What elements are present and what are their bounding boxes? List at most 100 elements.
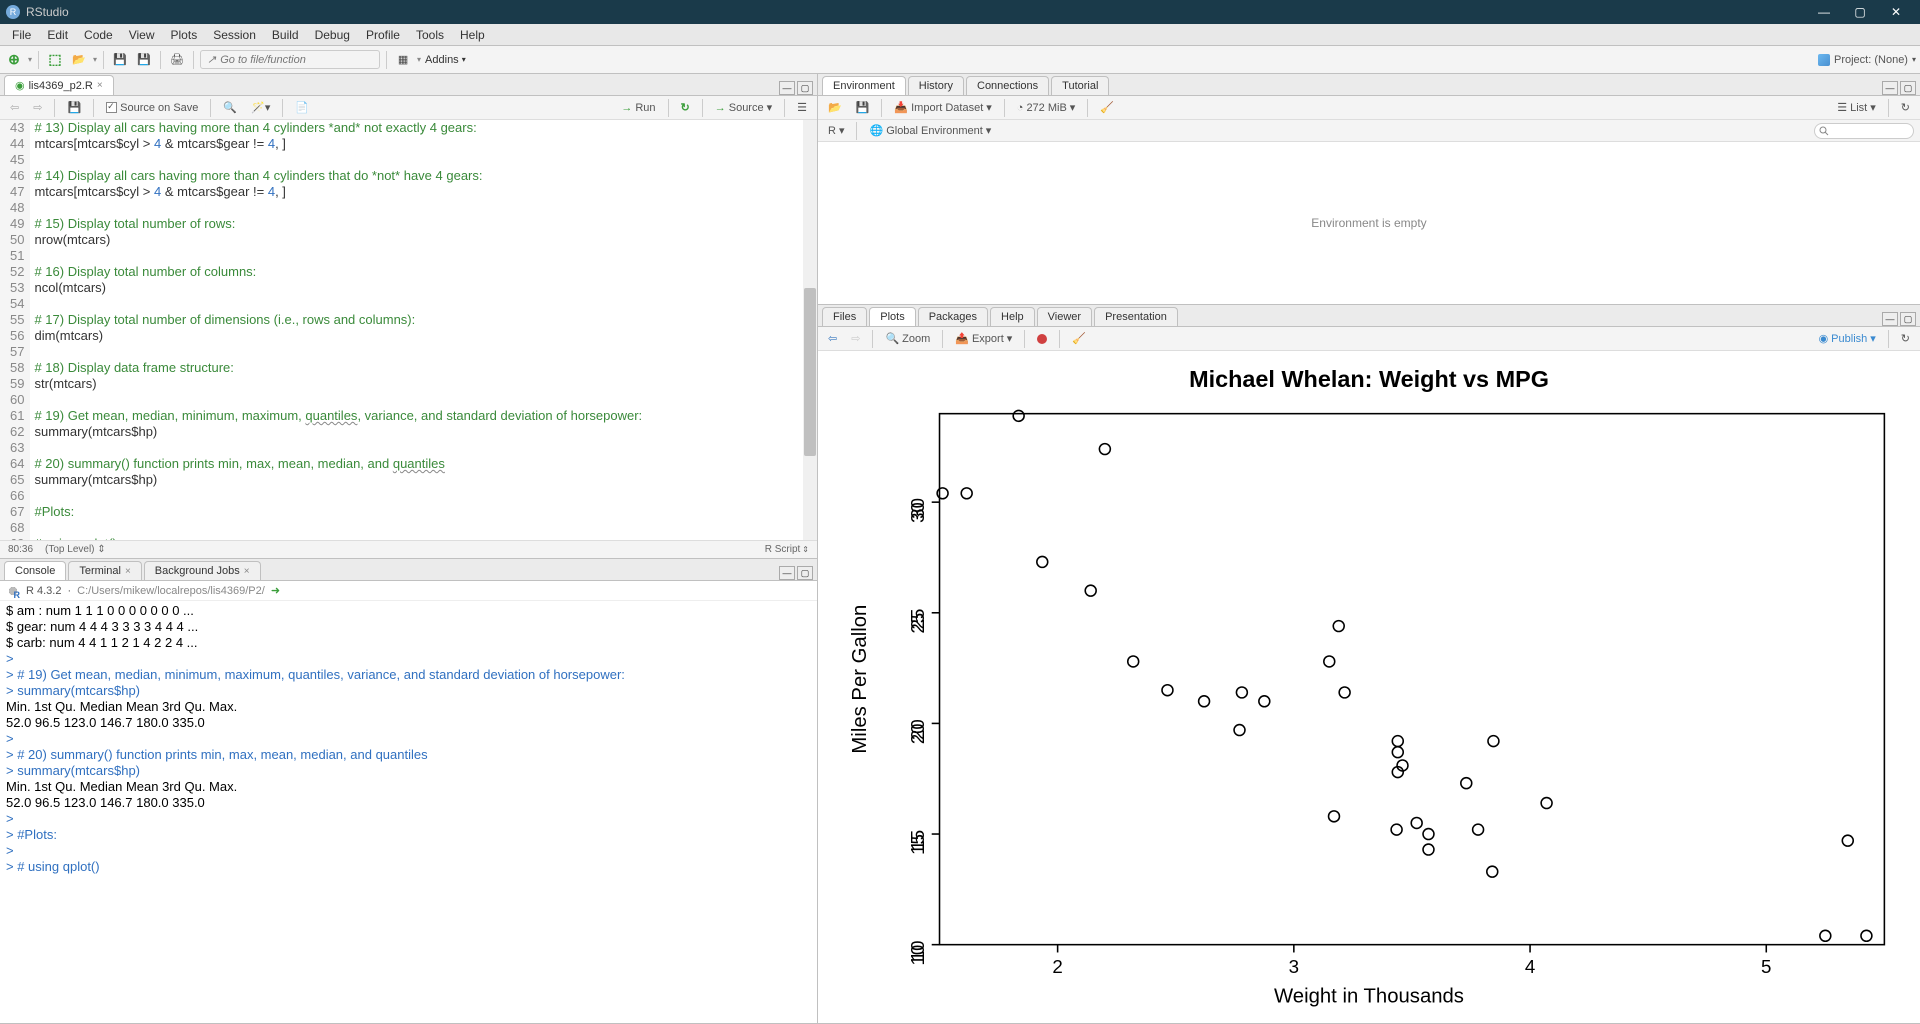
close-tab-icon[interactable]: ×	[97, 80, 103, 91]
tab-tutorial[interactable]: Tutorial	[1051, 76, 1109, 95]
menu-view[interactable]: View	[121, 26, 163, 44]
working-dir[interactable]: C:/Users/mikew/localrepos/lis4369/P2/	[77, 585, 265, 597]
svg-text:10: 10	[907, 941, 928, 962]
menu-plots[interactable]: Plots	[163, 26, 206, 44]
menu-edit[interactable]: Edit	[39, 26, 76, 44]
main-toolbar: ⊕ ▾ ⬚ 📂 ▾ 💾 💾 🖨 ↗Go to file/function ▦ ▾…	[0, 46, 1920, 74]
source-pane: ◉ lis4369_p2.R × — ▢ ⇦ ⇨ 💾 Source on Sav…	[0, 74, 817, 559]
pane-minimize-button[interactable]: —	[779, 566, 795, 580]
pane-maximize-button[interactable]: ▢	[797, 81, 813, 95]
view-mode-button[interactable]: ☰ List ▾	[1833, 100, 1880, 115]
menu-code[interactable]: Code	[76, 26, 121, 44]
close-button[interactable]: ✕	[1878, 0, 1914, 24]
menu-session[interactable]: Session	[205, 26, 264, 44]
outline-button[interactable]: ☰	[793, 100, 811, 115]
new-file-button[interactable]: ⊕	[4, 50, 24, 70]
menu-help[interactable]: Help	[452, 26, 493, 44]
project-menu[interactable]: Project: (None) ▾	[1818, 54, 1916, 66]
refresh-plot-button[interactable]: ↻	[1897, 331, 1914, 346]
grid-button[interactable]: ▦	[393, 50, 413, 70]
svg-text:Michael Whelan: Weight vs MPG: Michael Whelan: Weight vs MPG	[1189, 366, 1549, 392]
environment-scope-bar: R ▾ 🌐 Global Environment ▾	[818, 120, 1920, 142]
env-scope-select[interactable]: 🌐 Global Environment ▾	[865, 123, 995, 138]
open-file-button[interactable]: 📂	[69, 50, 89, 70]
tab-plots[interactable]: Plots	[869, 307, 915, 326]
language-scope[interactable]: R ▾	[824, 123, 848, 138]
addins-menu[interactable]: Addins ▾	[425, 54, 466, 66]
pane-maximize-button[interactable]: ▢	[1900, 312, 1916, 326]
pane-minimize-button[interactable]: —	[779, 81, 795, 95]
svg-text:30: 30	[907, 498, 928, 519]
menu-tools[interactable]: Tools	[408, 26, 452, 44]
code-editor[interactable]: 4344454647484950515253545556575859606162…	[0, 120, 817, 540]
goto-file-input[interactable]: ↗Go to file/function	[200, 50, 380, 69]
pane-minimize-button[interactable]: —	[1882, 81, 1898, 95]
wand-button[interactable]: 🪄▾	[247, 100, 274, 115]
environment-toolbar: 📂 💾 📥 Import Dataset ▾ ◔ 272 MiB ▾ 🧹 ☰ L…	[818, 96, 1920, 120]
menu-file[interactable]: File	[4, 26, 39, 44]
tab-console[interactable]: Console	[4, 561, 66, 580]
save-all-button[interactable]: 💾	[134, 50, 154, 70]
language-indicator[interactable]: R Script	[765, 544, 801, 555]
find-button[interactable]: 🔍	[219, 100, 241, 115]
pane-minimize-button[interactable]: —	[1882, 312, 1898, 326]
svg-text:25: 25	[907, 609, 928, 630]
plots-tabs: FilesPlotsPackagesHelpViewerPresentation…	[818, 305, 1920, 327]
tab-files[interactable]: Files	[822, 307, 867, 326]
tab-history[interactable]: History	[908, 76, 964, 95]
menu-profile[interactable]: Profile	[358, 26, 408, 44]
rerun-button[interactable]: ↻	[677, 100, 694, 115]
tab-environment[interactable]: Environment	[822, 76, 906, 95]
tab-help[interactable]: Help	[990, 307, 1035, 326]
tab-connections[interactable]: Connections	[966, 76, 1049, 95]
save-button[interactable]: 💾	[110, 50, 130, 70]
goto-icon: ↗	[207, 53, 216, 66]
env-search-input[interactable]	[1814, 123, 1914, 139]
refresh-button[interactable]: ↻	[1897, 100, 1914, 115]
zoom-button[interactable]: 🔍 Zoom	[881, 331, 934, 346]
menu-debug[interactable]: Debug	[307, 26, 358, 44]
print-button[interactable]: 🖨	[167, 50, 187, 70]
tab-terminal[interactable]: Terminal×	[68, 561, 141, 580]
clear-workspace-button[interactable]: 🧹	[1096, 100, 1118, 115]
load-workspace-button[interactable]: 📂	[824, 100, 846, 115]
svg-text:15: 15	[907, 830, 928, 851]
svg-text:Miles Per Gallon: Miles Per Gallon	[849, 605, 871, 754]
forward-button[interactable]: ⇨	[29, 100, 46, 115]
plots-pane: FilesPlotsPackagesHelpViewerPresentation…	[818, 305, 1920, 1024]
publish-button[interactable]: ◉ Publish ▾	[1815, 331, 1880, 346]
pane-maximize-button[interactable]: ▢	[797, 566, 813, 580]
new-project-button[interactable]: ⬚	[45, 50, 65, 70]
path-arrow-icon[interactable]: ➜	[271, 584, 280, 597]
svg-text:3: 3	[1289, 956, 1299, 977]
import-dataset-button[interactable]: 📥 Import Dataset ▾	[890, 100, 995, 115]
save-workspace-button[interactable]: 💾	[852, 100, 874, 115]
tab-viewer[interactable]: Viewer	[1037, 307, 1092, 326]
next-plot-button[interactable]: ⇨	[847, 331, 864, 346]
console-output[interactable]: $ am : num 1 1 1 0 0 0 0 0 0 0 ... $ gea…	[0, 601, 817, 1023]
svg-text:4: 4	[1525, 956, 1535, 977]
menu-build[interactable]: Build	[264, 26, 307, 44]
tab-background-jobs[interactable]: Background Jobs×	[144, 561, 261, 580]
export-button[interactable]: 📤 Export ▾	[951, 331, 1016, 346]
source-on-save-checkbox[interactable]: Source on Save	[102, 101, 202, 115]
tab-presentation[interactable]: Presentation	[1094, 307, 1178, 326]
source-toolbar: ⇦ ⇨ 💾 Source on Save 🔍 🪄▾ 📄 →Run ↻ →Sour…	[0, 96, 817, 120]
source-file-tab[interactable]: ◉ lis4369_p2.R ×	[4, 75, 114, 95]
editor-scrollbar[interactable]	[803, 120, 817, 540]
memory-usage[interactable]: ◔ 272 MiB ▾	[1013, 100, 1080, 115]
app-title: RStudio	[26, 5, 69, 19]
remove-plot-button[interactable]	[1033, 333, 1051, 345]
tab-packages[interactable]: Packages	[918, 307, 988, 326]
report-button[interactable]: 📄	[291, 100, 313, 115]
back-button[interactable]: ⇦	[6, 100, 23, 115]
clear-plots-button[interactable]: 🧹	[1068, 331, 1090, 346]
source-script-button[interactable]: →Source ▾	[711, 100, 776, 115]
scope-indicator[interactable]: (Top Level) ⇕	[45, 544, 106, 555]
minimize-button[interactable]: —	[1806, 0, 1842, 24]
pane-maximize-button[interactable]: ▢	[1900, 81, 1916, 95]
maximize-button[interactable]: ▢	[1842, 0, 1878, 24]
run-button[interactable]: →Run	[617, 101, 659, 115]
save-source-button[interactable]: 💾	[63, 100, 85, 115]
prev-plot-button[interactable]: ⇦	[824, 331, 841, 346]
